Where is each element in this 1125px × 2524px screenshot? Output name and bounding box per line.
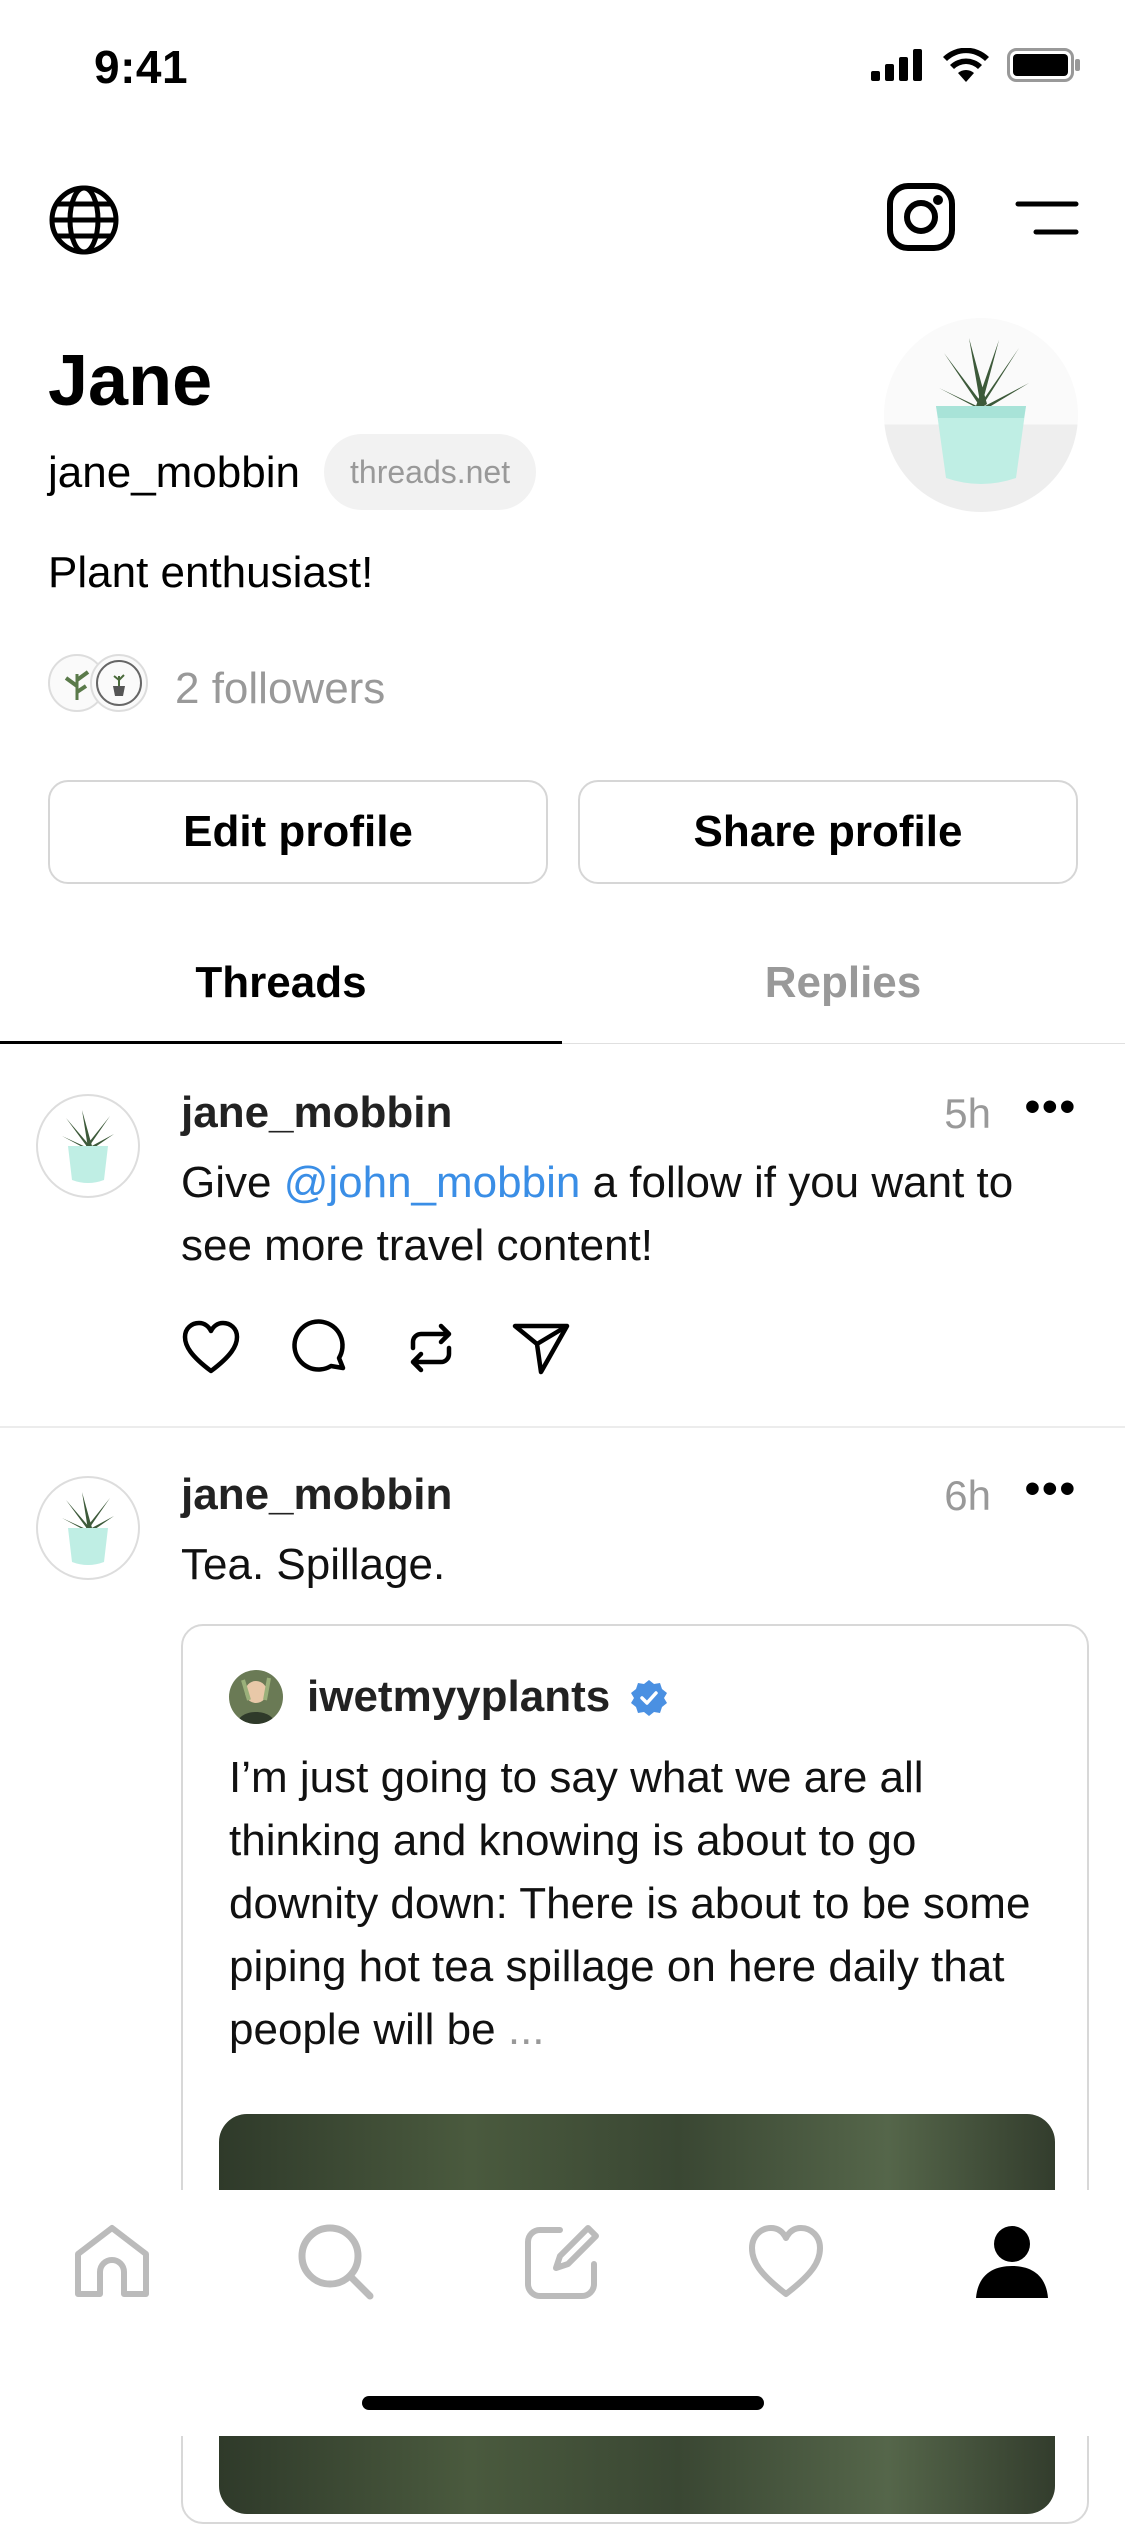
quoted-post-text: I’m just going to say what we are all th… xyxy=(229,1746,1049,2061)
like-icon[interactable] xyxy=(181,1318,241,1378)
post-actions xyxy=(181,1318,571,1378)
status-icons xyxy=(871,48,1081,82)
menu-icon[interactable] xyxy=(1014,198,1080,238)
post-avatar[interactable] xyxy=(36,1476,140,1580)
home-icon[interactable] xyxy=(72,2222,152,2302)
signal-icon xyxy=(871,49,922,81)
post-text: Give @john_mobbin a follow if you want t… xyxy=(181,1151,1061,1277)
heart-icon[interactable] xyxy=(746,2222,826,2302)
quoted-text-body: I’m just going to say what we are all th… xyxy=(229,1753,1031,2054)
more-options-icon[interactable]: ••• xyxy=(1025,1082,1077,1132)
verified-badge-icon xyxy=(631,1680,668,1716)
post-timestamp: 5h xyxy=(944,1090,991,1137)
quoted-author[interactable]: iwetmyyplants xyxy=(307,1672,668,1722)
post-author[interactable]: jane_mobbin xyxy=(181,1088,452,1138)
profile-icon[interactable] xyxy=(972,2222,1052,2302)
share-icon[interactable] xyxy=(511,1318,571,1378)
profile-bio: Plant enthusiast! xyxy=(48,548,374,597)
repost-icon[interactable] xyxy=(401,1318,461,1378)
post-text-start: Give xyxy=(181,1158,284,1207)
profile-avatar[interactable] xyxy=(884,318,1078,512)
followers-count[interactable]: 2 followers xyxy=(175,664,385,714)
post-timestamp: 6h xyxy=(944,1472,991,1519)
share-profile-button[interactable]: Share profile xyxy=(578,780,1078,884)
edit-profile-button[interactable]: Edit profile xyxy=(48,780,548,884)
profile-handle: jane_mobbin xyxy=(48,448,300,497)
home-indicator xyxy=(362,2396,764,2410)
quoted-author-name[interactable]: iwetmyyplants xyxy=(307,1672,610,1721)
post-avatar[interactable] xyxy=(36,1094,140,1198)
globe-icon[interactable] xyxy=(48,184,120,256)
instagram-icon[interactable] xyxy=(886,182,956,252)
status-time: 9:41 xyxy=(94,41,189,93)
more-options-icon[interactable]: ••• xyxy=(1025,1464,1077,1514)
follower-avatar[interactable] xyxy=(90,654,148,712)
quoted-author-avatar[interactable] xyxy=(229,1670,283,1724)
profile-name: Jane xyxy=(48,341,213,421)
wifi-icon xyxy=(943,48,989,82)
mention-link[interactable]: @john_mobbin xyxy=(284,1158,581,1207)
post-author[interactable]: jane_mobbin xyxy=(181,1470,452,1520)
tab-replies[interactable]: Replies xyxy=(562,958,1124,1008)
search-icon[interactable] xyxy=(296,2222,376,2302)
threads-domain-badge[interactable]: threads.net xyxy=(324,434,537,510)
post-text: Tea. Spillage. xyxy=(181,1540,446,1589)
tab-threads[interactable]: Threads xyxy=(0,958,562,1008)
active-tab-indicator xyxy=(0,1041,562,1044)
read-more-ellipsis[interactable]: ... xyxy=(508,2005,545,2054)
battery-icon xyxy=(1007,48,1080,82)
compose-icon[interactable] xyxy=(522,2222,602,2302)
comment-icon[interactable] xyxy=(291,1318,351,1378)
post-divider xyxy=(0,1426,1125,1428)
